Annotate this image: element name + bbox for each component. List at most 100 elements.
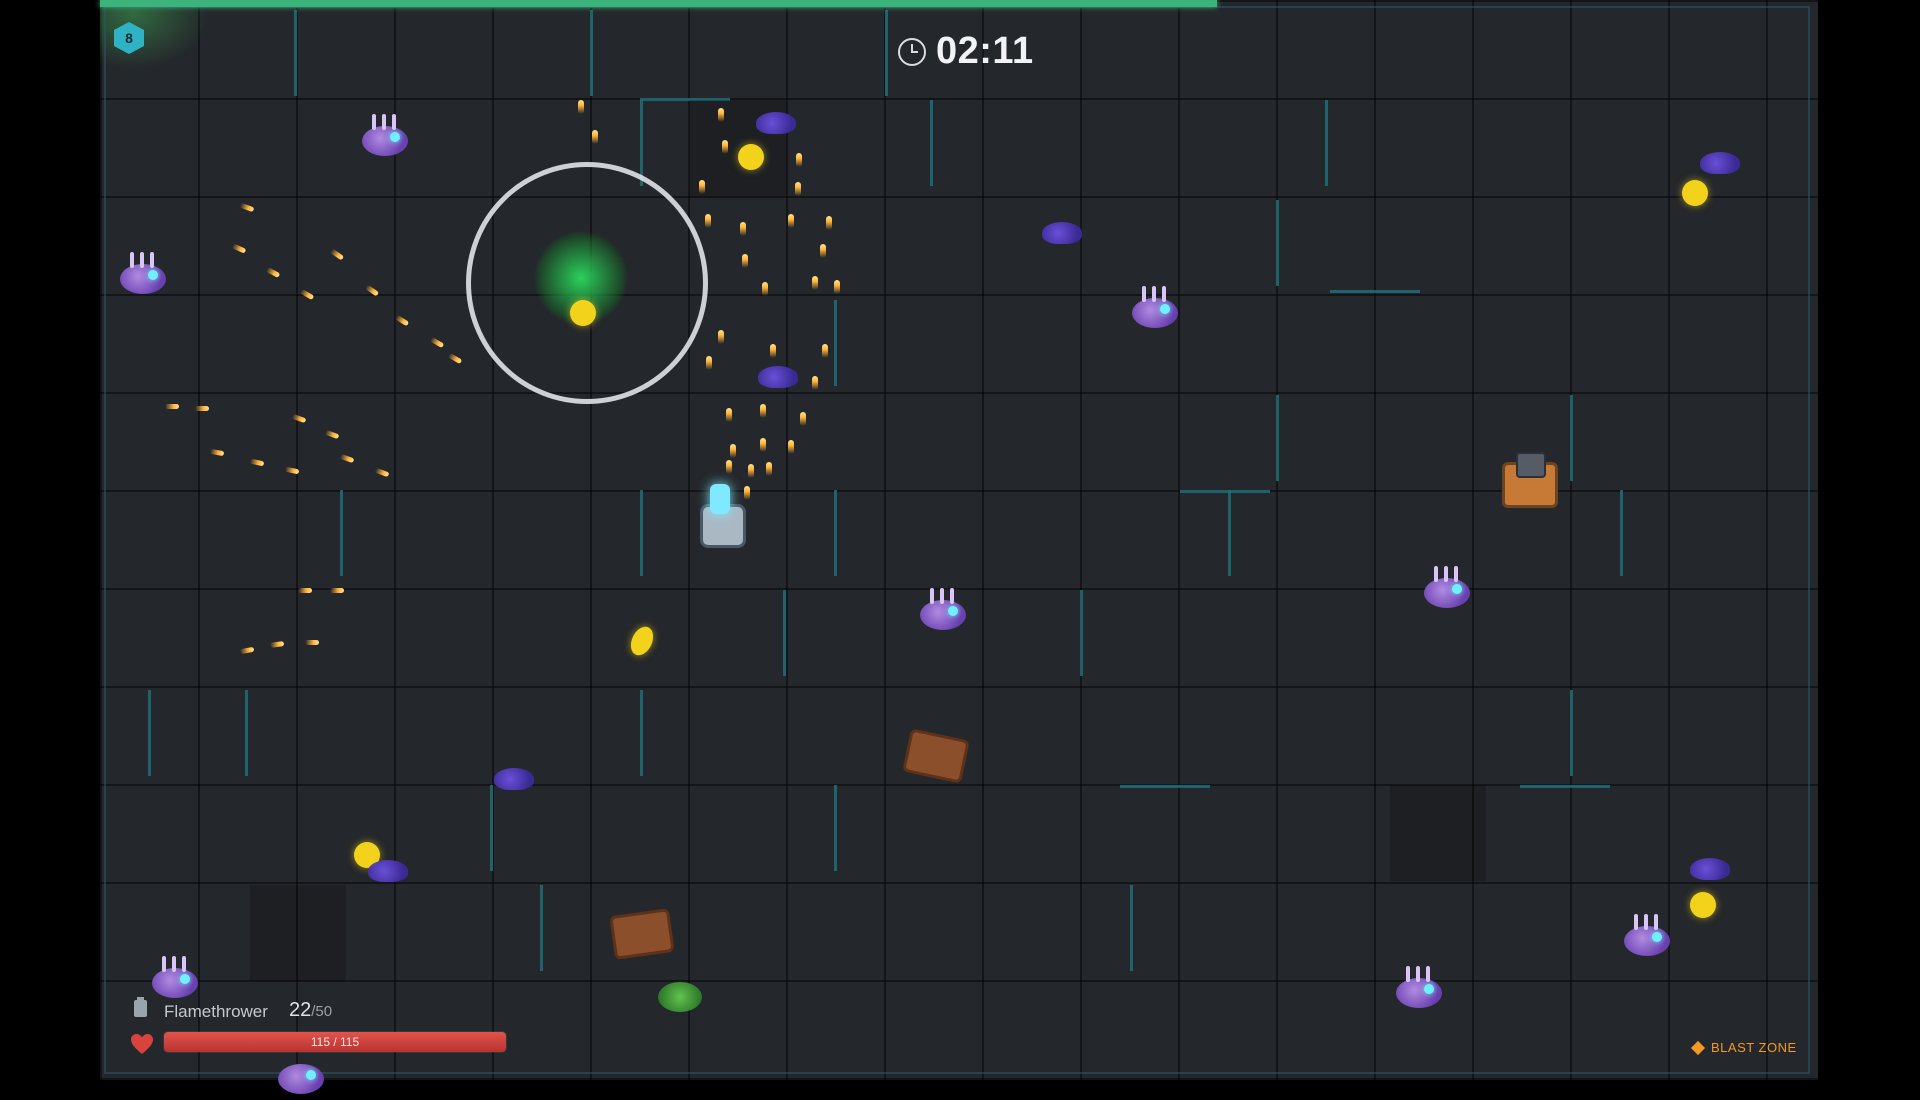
flame-projectile [706,356,712,370]
flame-projectile [718,108,724,122]
purple-bat-enemy [368,860,408,882]
floor-seam [1620,490,1623,576]
floor-seam [834,785,837,871]
green-beetle-enemy [658,982,702,1012]
run-timer: 02:11 [898,30,1034,73]
purple-bat-enemy [1042,222,1082,244]
purple-bat-enemy [1700,152,1740,174]
xp-progress-bar [100,0,1217,7]
flame-projectile [820,244,826,258]
floor-tile [1390,785,1486,881]
flame-projectile [795,182,801,196]
ammo-current: 22 [289,999,312,1021]
floor-seam [640,690,643,776]
floor-seam [1570,395,1573,481]
flame-projectile [812,376,818,390]
floor-seam [834,490,837,576]
purple-bug-enemy [274,1050,330,1100]
flame-projectile [722,140,728,154]
gold-coin [1690,892,1716,918]
floor-seam [640,100,643,186]
floor-seam [640,490,643,576]
ammo-max: /50 [311,1003,333,1020]
flame-projectile [788,440,794,454]
flame-projectile [705,214,711,228]
floor-seam [540,885,543,971]
flame-projectile [726,460,732,474]
arena-border [104,6,1810,1074]
floor-seam [340,490,343,576]
flame-projectile [298,588,312,593]
flame-projectile [748,464,754,478]
flame-projectile [699,180,705,194]
floor-seam [834,300,837,386]
heart-icon [131,1034,153,1054]
gold-coin [738,144,764,170]
health-bar: 115 / 115 [164,1032,506,1052]
flame-projectile [195,406,209,411]
flame-projectile [718,330,724,344]
purple-bug-enemy [1620,912,1676,962]
game-arena[interactable] [100,0,1818,1080]
flame-projectile [760,404,766,418]
flame-projectile [770,344,776,358]
floor-seam [1570,690,1573,776]
floor-seam [148,690,151,776]
floor-seam [590,10,593,96]
purple-bat-enemy [494,768,534,790]
floor-seam [783,590,786,676]
zone-indicator: BLAST ZONE [1690,1040,1797,1055]
flame-projectile [305,640,319,645]
purple-bug-enemy [1420,564,1476,614]
purple-bug-enemy [1128,284,1184,334]
purple-bug-enemy [1392,964,1448,1014]
flame-projectile [822,344,828,358]
ammo-clip-icon [134,997,147,1017]
flame-projectile [726,408,732,422]
floor-seam [490,785,493,871]
flame-projectile [578,100,584,114]
health-text: 115 / 115 [310,1035,360,1049]
flame-projectile [766,462,772,476]
floor-seam [1330,290,1420,293]
floor-seam [1520,785,1610,788]
floor-seam [1130,885,1133,971]
flame-projectile [762,282,768,296]
flame-projectile [730,444,736,458]
floor-seam [1276,395,1279,481]
purple-bat-enemy [1690,858,1730,880]
floor-seam [245,690,248,776]
purple-bug-enemy [358,112,414,162]
purple-bat-enemy [758,366,798,388]
weapon-name: Flamethrower [164,1002,268,1021]
floor-seam [1120,785,1210,788]
diamond-icon [1690,1040,1706,1055]
floor-seam [1325,100,1328,186]
floor-seam [1080,590,1083,676]
floor-seam [885,10,888,96]
floor-seam [1180,490,1270,493]
purple-bug-enemy [116,250,172,300]
flame-projectile [834,280,840,294]
flame-projectile [760,438,766,452]
wooden-crate [609,908,675,960]
flame-projectile [740,222,746,236]
floor-seam [294,10,297,96]
flame-projectile [742,254,748,268]
zone-name: BLAST ZONE [1711,1040,1797,1055]
clock-icon [898,37,926,66]
purple-bug-enemy [916,586,972,636]
flame-projectile [800,412,806,426]
floor-seam [1276,200,1279,286]
floor-tile [250,885,346,981]
flame-projectile [826,216,832,230]
timer-text: 02:11 [936,30,1034,72]
player-mech [694,484,746,550]
purple-bat-enemy [756,112,796,134]
allied-turret [1498,448,1558,510]
gold-coin [1682,180,1708,206]
purple-bug-enemy [148,954,204,1004]
flame-projectile [812,276,818,290]
floor-seam [930,100,933,186]
gold-coin [570,300,596,326]
